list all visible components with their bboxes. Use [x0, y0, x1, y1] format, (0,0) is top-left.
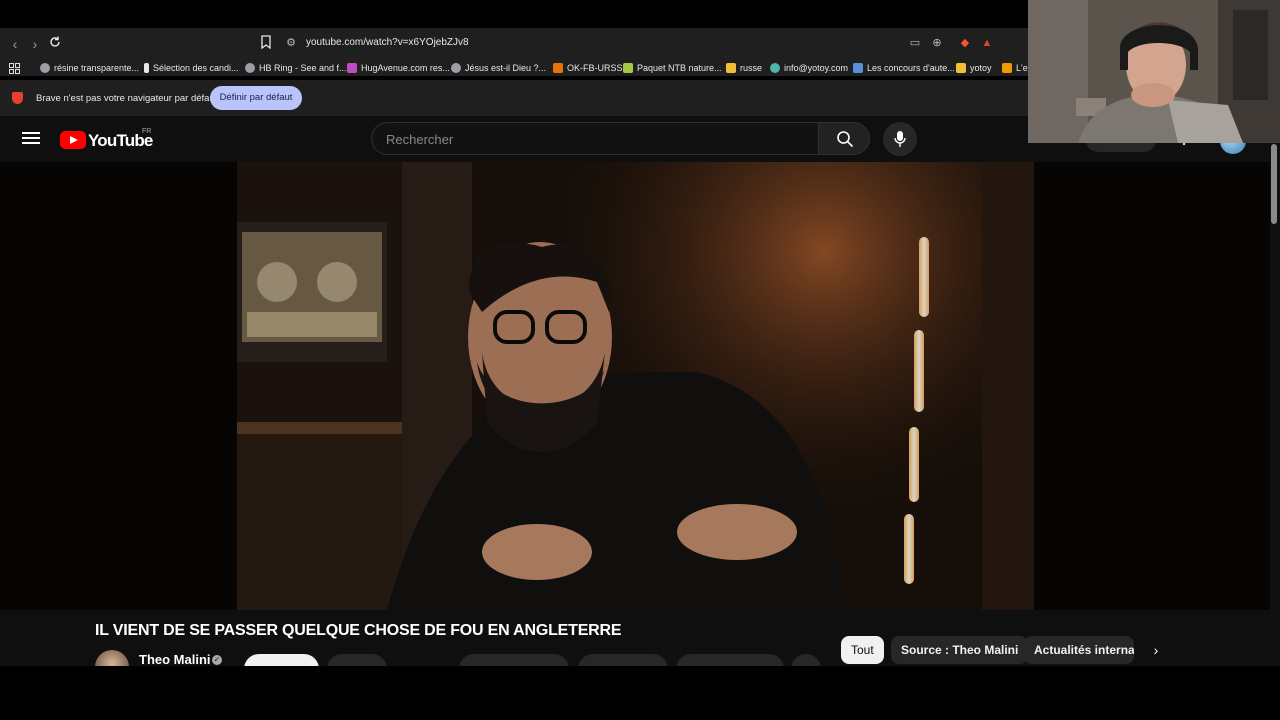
bookmark-item[interactable]: Jésus est-il Dieu ?... — [451, 61, 546, 75]
apps-icon[interactable] — [9, 61, 20, 75]
video-frame[interactable] — [237, 162, 1034, 610]
bookmark-favicon — [553, 63, 563, 73]
bottom-bar — [0, 666, 1280, 720]
brave-shields-icon[interactable]: ◆ — [958, 36, 972, 50]
bookmark-favicon — [144, 63, 149, 73]
bookmark-item[interactable]: HugAvenue.com res... — [347, 61, 450, 75]
chip-all[interactable]: Tout — [841, 636, 884, 664]
bookmark-button[interactable] — [257, 35, 275, 53]
address-bar[interactable]: ⚙ youtube.com/watch?v=x6YOjebZJv8 ▭ ⊕ ◆ … — [278, 33, 998, 55]
chevron-right-icon[interactable]: › — [1148, 642, 1164, 658]
verified-badge-icon: ✓ — [212, 655, 222, 665]
reload-button[interactable] — [46, 35, 64, 53]
microphone-icon — [894, 131, 906, 147]
bookmark-item[interactable]: Paquet NTB nature... — [623, 61, 722, 75]
chip-international-news[interactable]: Actualités internat — [1024, 636, 1134, 664]
region-code: FR — [142, 128, 152, 135]
channel-name[interactable]: Theo Malini — [139, 652, 211, 667]
bookmark-favicon — [451, 63, 461, 73]
chip-source-channel[interactable]: Source : Theo Malini — [891, 636, 1029, 664]
bookmark-folder[interactable]: russe — [726, 61, 762, 75]
voice-search-button[interactable] — [883, 122, 917, 156]
search-button[interactable] — [818, 122, 870, 155]
search-input[interactable]: Rechercher — [371, 122, 818, 155]
video-thumbnail-image — [237, 162, 1034, 610]
forward-button[interactable]: › — [26, 35, 44, 53]
brave-rewards-icon[interactable]: ▲ — [980, 36, 994, 50]
bookmark-item[interactable]: HB Ring - See and f... — [245, 61, 347, 75]
bookmark-item[interactable]: L'es — [1002, 61, 1028, 75]
bookmark-icon — [261, 35, 271, 50]
search-placeholder: Rechercher — [386, 132, 454, 147]
page-scrollbar[interactable] — [1271, 144, 1277, 224]
set-default-button[interactable]: Définir par défaut — [210, 86, 302, 110]
bookmark-item[interactable]: Sélection des candi... — [144, 61, 239, 75]
bookmark-item[interactable]: OK-FB-URSS — [553, 61, 623, 75]
bookmark-folder[interactable]: yotoy — [956, 61, 992, 75]
bookmark-item[interactable]: info@yotoy.com — [770, 61, 848, 75]
default-browser-message: Brave n'est pas votre navigateur par déf… — [36, 93, 218, 104]
bookmarks-bar: résine transparente... Sélection des can… — [0, 60, 1028, 76]
bookmark-item[interactable]: résine transparente... — [40, 61, 139, 75]
folder-icon — [726, 63, 736, 73]
youtube-play-icon — [60, 131, 86, 149]
search-icon — [837, 131, 854, 148]
back-button[interactable]: ‹ — [6, 35, 24, 53]
bookmark-favicon — [347, 63, 357, 73]
default-browser-bar: Brave n'est pas votre navigateur par déf… — [0, 80, 1028, 116]
url-text: youtube.com/watch?v=x6YOjebZJv8 — [306, 37, 469, 48]
site-info-icon[interactable]: ⚙ — [284, 36, 298, 50]
bookmark-favicon — [1002, 63, 1012, 73]
bookmark-favicon — [40, 63, 50, 73]
youtube-page: YouTube FR Rechercher + Créer — [0, 116, 1280, 684]
hamburger-menu-icon[interactable] — [22, 129, 40, 147]
folder-icon — [956, 63, 966, 73]
video-title: IL VIENT DE SE PASSER QUELQUE CHOSE DE F… — [95, 622, 622, 639]
brave-logo-icon — [12, 92, 23, 104]
bookmark-favicon — [853, 63, 863, 73]
video-player[interactable] — [0, 162, 1270, 610]
webcam-overlay — [1028, 0, 1280, 143]
bookmark-favicon — [245, 63, 255, 73]
cast-icon[interactable]: ▭ — [908, 36, 922, 50]
webcam-person-image — [1028, 0, 1280, 143]
reload-icon — [50, 36, 60, 47]
youtube-logo[interactable]: YouTube FR — [60, 128, 160, 152]
bookmark-favicon — [770, 63, 780, 73]
browser-toolbar: ‹ › ⚙ youtube.com/watch?v=x6YOjebZJv8 ▭ … — [0, 28, 1028, 60]
zoom-icon[interactable]: ⊕ — [930, 36, 944, 50]
bookmark-favicon — [623, 63, 633, 73]
bookmark-item[interactable]: Les concours d'aute... — [853, 61, 955, 75]
